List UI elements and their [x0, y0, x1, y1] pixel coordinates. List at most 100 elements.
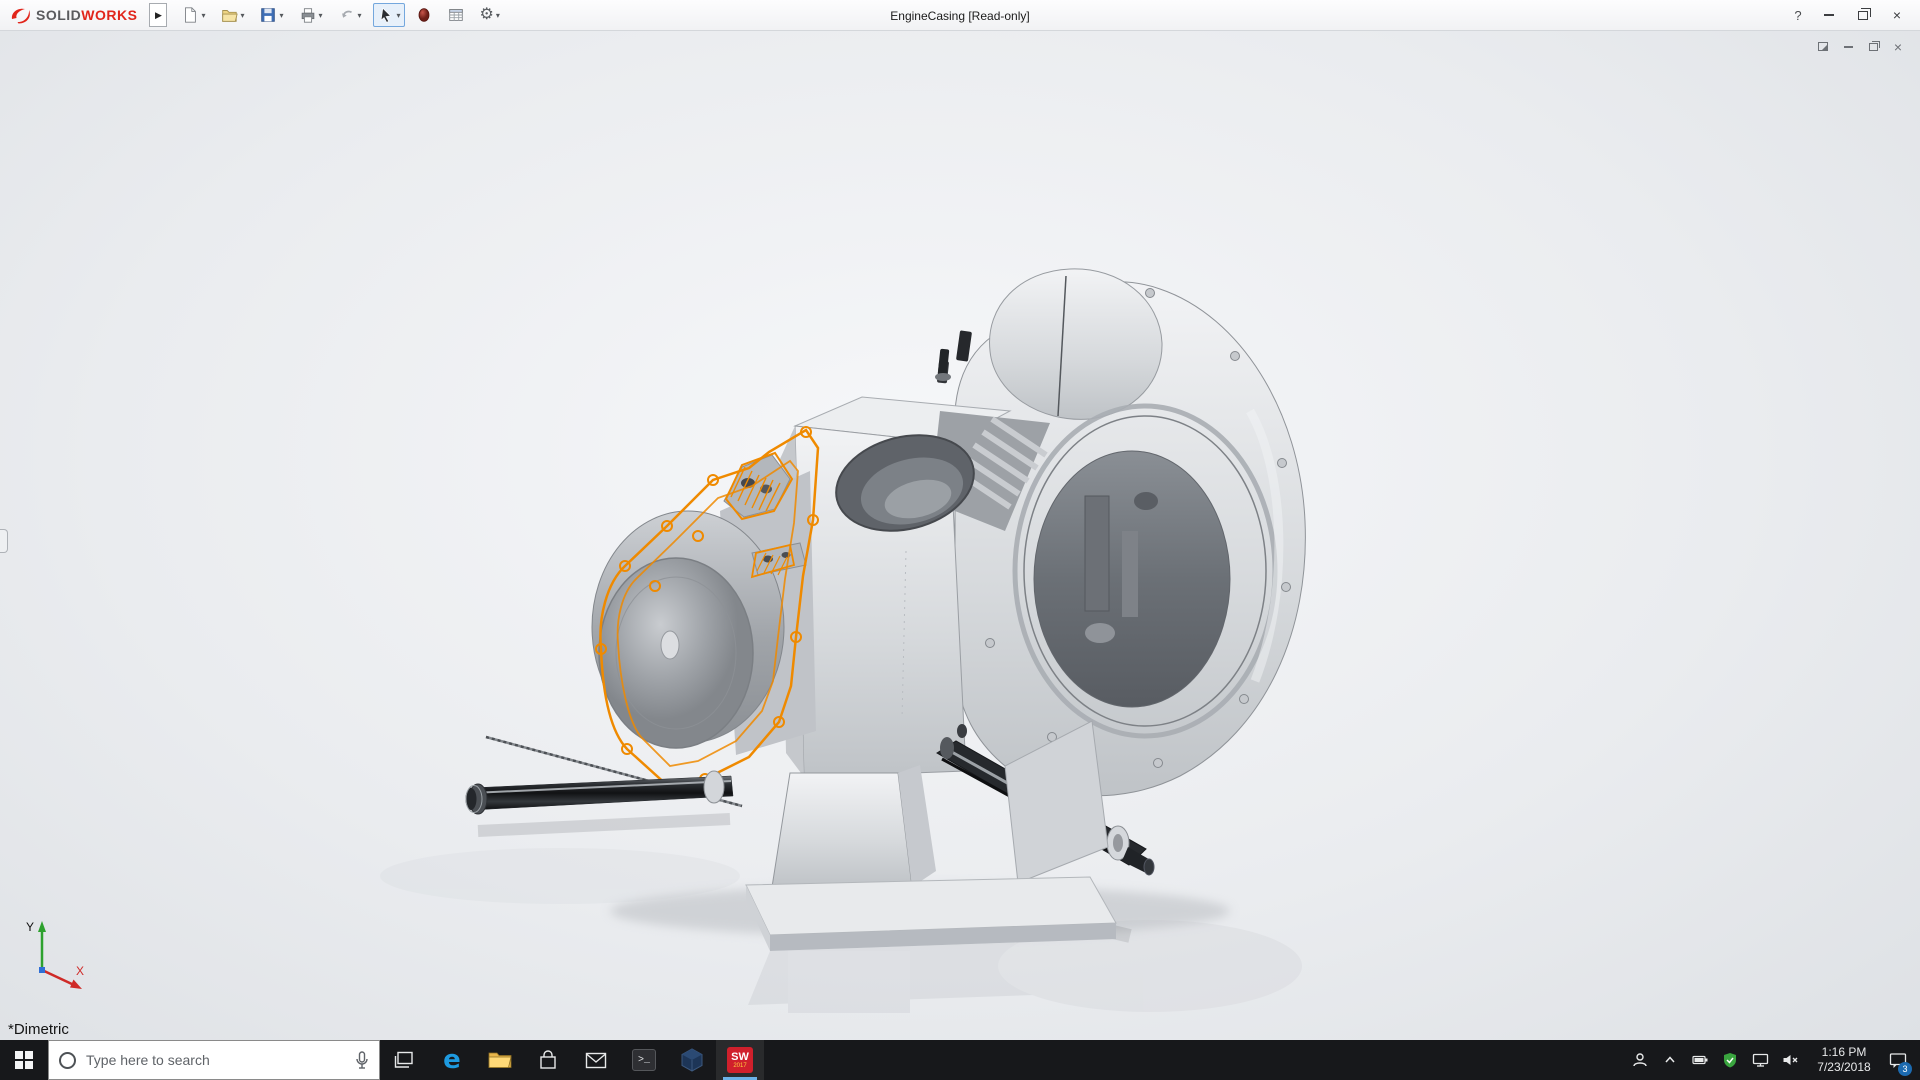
open-button[interactable]: ▾ — [216, 3, 248, 27]
volume-button[interactable] — [1775, 1040, 1805, 1080]
options-button[interactable]: ⚙ ▾ — [476, 4, 504, 26]
engine-casing-model[interactable] — [0, 31, 1920, 1040]
battery-icon — [1692, 1052, 1709, 1068]
people-icon — [1632, 1052, 1648, 1068]
sw-icon-label: SW — [731, 1052, 749, 1063]
dropdown-caret-icon[interactable]: ▾ — [496, 11, 500, 20]
float-pane-button[interactable] — [1815, 39, 1831, 54]
window-controls: ? × — [1784, 1, 1914, 30]
dropdown-caret-icon[interactable]: ▾ — [319, 11, 323, 20]
design-table-icon — [447, 6, 465, 24]
z-axis-dot — [39, 967, 45, 973]
file-explorer-button[interactable] — [476, 1040, 524, 1080]
wordmark-works: WORKS — [81, 7, 137, 23]
start-button[interactable] — [0, 1040, 48, 1080]
system-tray: 1:16 PM 7/23/2018 3 — [1625, 1040, 1920, 1080]
select-tool-button[interactable]: ▾ — [373, 3, 405, 27]
appearance-button[interactable] — [412, 3, 436, 27]
solidworks-app-icon: SW 2017 — [727, 1047, 753, 1073]
file-explorer-icon — [488, 1050, 512, 1070]
new-document-icon — [181, 6, 199, 24]
mail-envelope-icon — [585, 1052, 607, 1069]
edge-icon: e — [443, 1045, 461, 1075]
solidworks-logo: SOLIDWORKS — [10, 6, 137, 24]
dropdown-caret-icon[interactable]: ▾ — [397, 11, 401, 20]
chevron-up-icon — [1664, 1055, 1676, 1065]
cortana-icon — [59, 1052, 76, 1069]
task-view-icon — [394, 1051, 414, 1069]
task-view-button[interactable] — [380, 1040, 428, 1080]
action-center-button[interactable]: 3 — [1883, 1040, 1913, 1080]
mail-button[interactable] — [572, 1040, 620, 1080]
view-orientation-label: *Dimetric — [8, 1021, 69, 1038]
close-button[interactable]: × — [1880, 1, 1914, 30]
print-button[interactable]: ▾ — [295, 3, 327, 27]
feature-tree-splitter-handle[interactable] — [0, 529, 8, 553]
y-axis-arrow — [38, 921, 46, 932]
x-axis-label: X — [76, 964, 84, 978]
flyout-arrow-icon: ▶ — [155, 10, 162, 21]
battery-button[interactable] — [1685, 1040, 1715, 1080]
print-icon — [299, 6, 317, 24]
new-document-button[interactable]: ▾ — [177, 3, 209, 27]
clutch-housing — [937, 269, 1305, 796]
volume-muted-icon — [1782, 1052, 1799, 1068]
notification-badge: 3 — [1898, 1062, 1912, 1076]
cube-app-button[interactable] — [668, 1040, 716, 1080]
hexagon-cube-icon — [681, 1048, 703, 1072]
taskbar-clock[interactable]: 1:16 PM 7/23/2018 — [1805, 1040, 1883, 1080]
clock-time: 1:16 PM — [1822, 1045, 1867, 1060]
restore-button[interactable] — [1846, 1, 1880, 30]
save-floppy-icon — [259, 6, 277, 24]
design-table-button[interactable] — [443, 3, 469, 27]
select-cursor-icon — [377, 6, 395, 24]
dropdown-caret-icon[interactable]: ▾ — [240, 11, 244, 20]
windows-logo-icon — [15, 1051, 33, 1069]
doc-restore-button[interactable] — [1865, 39, 1881, 54]
doc-minimize-button[interactable] — [1840, 39, 1856, 54]
undo-icon — [338, 6, 356, 24]
minimize-button[interactable] — [1812, 1, 1846, 30]
store-bag-icon — [538, 1050, 558, 1070]
appearance-sphere-icon — [416, 6, 432, 24]
dropdown-caret-icon[interactable]: ▾ — [279, 11, 283, 20]
float-pane-icon — [1818, 42, 1828, 51]
doc-close-button[interactable]: × — [1890, 39, 1906, 54]
security-button[interactable] — [1715, 1040, 1745, 1080]
store-button[interactable] — [524, 1040, 572, 1080]
solidworks-wordmark: SOLIDWORKS — [36, 7, 137, 23]
command-prompt-button[interactable]: >_ — [620, 1040, 668, 1080]
help-button[interactable]: ? — [1784, 1, 1812, 30]
y-axis-label: Y — [26, 920, 34, 934]
app-titlebar: SOLIDWORKS ▶ ▾ ▾ ▾ — [0, 0, 1920, 31]
menu-flyout-arrow[interactable]: ▶ — [149, 3, 167, 27]
edge-button[interactable]: e — [428, 1040, 476, 1080]
undo-button[interactable]: ▾ — [334, 3, 366, 27]
dropdown-caret-icon[interactable]: ▾ — [201, 11, 205, 20]
windows-taskbar: e >_ SW 2017 — [0, 1040, 1920, 1080]
doc-minimize-icon — [1844, 46, 1853, 48]
restore-icon — [1858, 11, 1868, 20]
search-input[interactable] — [86, 1052, 345, 1068]
microphone-icon[interactable] — [355, 1051, 369, 1070]
open-folder-icon — [220, 6, 238, 24]
defender-shield-icon — [1722, 1052, 1738, 1069]
network-icon — [1752, 1052, 1769, 1068]
document-title: EngineCasing [Read-only] — [890, 0, 1029, 31]
command-prompt-icon: >_ — [632, 1049, 656, 1071]
gear-icon: ⚙ — [480, 7, 494, 23]
graphics-viewport[interactable]: × — [0, 31, 1920, 1040]
solidworks-app-button[interactable]: SW 2017 — [716, 1040, 764, 1080]
doc-restore-icon — [1869, 43, 1878, 51]
document-window-controls: × — [1815, 39, 1906, 54]
clock-date: 7/23/2018 — [1817, 1060, 1870, 1075]
network-button[interactable] — [1745, 1040, 1775, 1080]
hidden-icons-button[interactable] — [1655, 1040, 1685, 1080]
save-button[interactable]: ▾ — [255, 3, 287, 27]
x-axis-arrow — [70, 980, 82, 990]
taskbar-search[interactable] — [48, 1040, 380, 1080]
ds-logo-icon — [10, 6, 32, 24]
standard-toolbar: ▾ ▾ ▾ ▾ — [177, 3, 503, 27]
dropdown-caret-icon[interactable]: ▾ — [358, 11, 362, 20]
people-button[interactable] — [1625, 1040, 1655, 1080]
